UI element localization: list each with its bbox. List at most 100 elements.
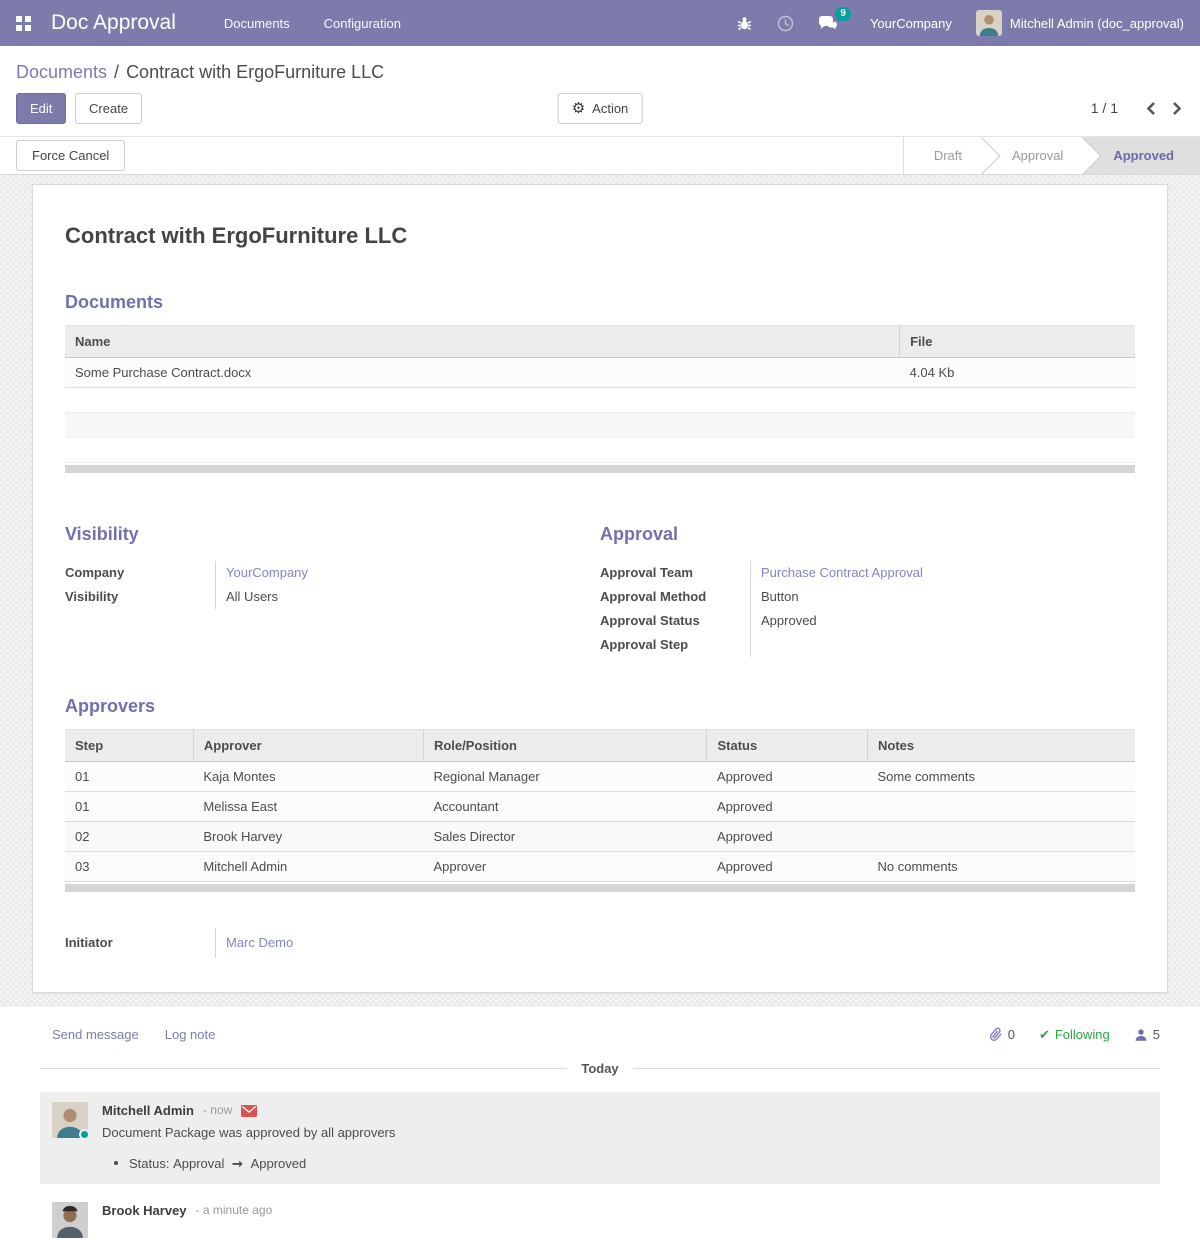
visibility-field-value: All Users: [215, 585, 560, 609]
approval-team-label: Approval Team: [600, 561, 750, 585]
date-divider-label: Today: [567, 1061, 632, 1076]
followers-button[interactable]: 5: [1134, 1027, 1160, 1042]
action-button-label: Action: [592, 100, 628, 117]
documents-section-heading: Documents: [65, 291, 1135, 313]
control-panel-buttons: Edit Create ⚙ Action 1 / 1: [0, 88, 1200, 136]
document-row[interactable]: Some Purchase Contract.docx 4.04 Kb: [65, 358, 1135, 388]
tracking-changes: Status: Approval ➞ Approved: [129, 1154, 1148, 1172]
gear-icon: ⚙: [572, 101, 585, 116]
message-author-avatar[interactable]: [52, 1226, 88, 1241]
company-field-label: Company: [65, 561, 215, 585]
approvers-col-status[interactable]: Status: [707, 730, 868, 762]
company-switcher[interactable]: YourCompany: [870, 16, 952, 31]
pager-previous-chevron-left-icon[interactable]: [1146, 101, 1156, 116]
approver-row[interactable]: 02 Brook Harvey Sales Director Approved: [65, 822, 1135, 852]
form-sheet: Contract with ErgoFurniture LLC Document…: [32, 184, 1168, 993]
horizontal-scrollbar[interactable]: [65, 884, 1135, 892]
log-note-button[interactable]: Log note: [165, 1027, 216, 1042]
initiator-value[interactable]: Marc Demo: [226, 935, 293, 950]
force-cancel-button[interactable]: Force Cancel: [16, 140, 125, 171]
tracking-new-value: Approved: [251, 1156, 307, 1171]
statusbar: Force Cancel Draft Approval Approved: [0, 136, 1200, 175]
send-message-button[interactable]: Send message: [52, 1027, 139, 1042]
message-timestamp: - now: [203, 1102, 232, 1119]
messages-count-badge: 9: [835, 7, 851, 21]
online-presence-dot: [79, 1129, 90, 1140]
breadcrumb-current: Contract with ErgoFurniture LLC: [126, 62, 384, 82]
approval-method-label: Approval Method: [600, 585, 750, 609]
approver-status: Approved: [707, 852, 868, 882]
menu-configuration[interactable]: Configuration: [324, 16, 401, 31]
approval-status-label: Approval Status: [600, 609, 750, 633]
approvers-col-approver[interactable]: Approver: [193, 730, 423, 762]
approver-step: 03: [65, 852, 193, 882]
chatter: Send message Log note 0 ✔ Following 5: [0, 1007, 1200, 1248]
approval-group: Approval Approval Team Purchase Contract…: [600, 523, 1135, 657]
documents-col-file[interactable]: File: [900, 326, 1135, 358]
empty-row: [65, 413, 1135, 438]
horizontal-scrollbar[interactable]: [65, 465, 1135, 473]
message-author[interactable]: Mitchell Admin: [102, 1102, 194, 1119]
pager-next-chevron-right-icon[interactable]: [1172, 101, 1182, 116]
approvers-col-step[interactable]: Step: [65, 730, 193, 762]
approver-name: Brook Harvey: [193, 822, 423, 852]
breadcrumb-parent[interactable]: Documents: [16, 62, 107, 82]
visibility-group: Visibility Company YourCompany Visibilit…: [65, 523, 600, 657]
user-name: Mitchell Admin (doc_approval): [1010, 16, 1184, 31]
apps-grid-icon[interactable]: [16, 16, 31, 31]
approvers-col-role[interactable]: Role/Position: [423, 730, 707, 762]
message-author[interactable]: Brook Harvey: [102, 1202, 187, 1219]
debug-bug-icon[interactable]: [736, 15, 753, 32]
approver-name: Melissa East: [193, 792, 423, 822]
app-title[interactable]: Doc Approval: [51, 11, 176, 35]
approver-row[interactable]: 01 Kaja Montes Regional Manager Approved…: [65, 762, 1135, 792]
approver-role: Sales Director: [423, 822, 707, 852]
following-label: Following: [1055, 1027, 1110, 1042]
status-steps: Draft Approval Approved: [903, 137, 1200, 174]
message-body: Document Package was approved by all app…: [102, 1123, 1148, 1142]
menu-documents[interactable]: Documents: [224, 16, 290, 31]
envelope-icon[interactable]: [241, 1105, 257, 1117]
attachments-button[interactable]: 0: [989, 1027, 1015, 1042]
document-file-size: 4.04 Kb: [900, 358, 1135, 388]
create-button[interactable]: Create: [75, 93, 142, 124]
approver-role: Approver: [423, 852, 707, 882]
form-view-background: Contract with ErgoFurniture LLC Document…: [0, 175, 1200, 1007]
status-step-draft[interactable]: Draft: [904, 137, 982, 174]
approver-row[interactable]: 03 Mitchell Admin Approver Approved No c…: [65, 852, 1135, 882]
date-divider: Today: [40, 1061, 1160, 1076]
company-field-value[interactable]: YourCompany: [226, 565, 308, 580]
user-menu[interactable]: Mitchell Admin (doc_approval): [976, 10, 1184, 36]
approval-team-value[interactable]: Purchase Contract Approval: [761, 565, 923, 580]
check-icon: ✔: [1039, 1028, 1050, 1041]
initiator-label: Initiator: [65, 928, 215, 958]
tracking-arrow-icon: ➞: [232, 1156, 243, 1171]
approver-step: 01: [65, 792, 193, 822]
initiator-field: Initiator Marc Demo: [65, 928, 1135, 958]
approver-status: Approved: [707, 762, 868, 792]
action-button[interactable]: ⚙ Action: [558, 93, 643, 124]
messages-icon[interactable]: 9: [818, 15, 838, 31]
approver-status: Approved: [707, 792, 868, 822]
following-button[interactable]: ✔ Following: [1039, 1027, 1110, 1042]
approval-section-heading: Approval: [600, 523, 1095, 545]
approver-notes: Some comments: [867, 762, 1135, 792]
chatter-message: Mitchell Admin - now Document Package wa…: [40, 1092, 1160, 1184]
attachment-count: 0: [1008, 1027, 1015, 1042]
approval-method-value: Button: [750, 585, 1095, 609]
message-timestamp: - a minute ago: [196, 1202, 273, 1219]
approver-role: Regional Manager: [423, 762, 707, 792]
approver-row[interactable]: 01 Melissa East Accountant Approved: [65, 792, 1135, 822]
paperclip-icon: [986, 1024, 1006, 1044]
activities-clock-icon[interactable]: [777, 15, 794, 32]
tracking-field: Status:: [129, 1156, 169, 1171]
empty-row: [65, 438, 1135, 463]
approver-step: 02: [65, 822, 193, 852]
breadcrumb: Documents/Contract with ErgoFurniture LL…: [0, 46, 1200, 88]
documents-col-name[interactable]: Name: [65, 326, 900, 358]
approvers-col-notes[interactable]: Notes: [867, 730, 1135, 762]
main-menu: Documents Configuration: [224, 16, 401, 31]
user-avatar: [976, 10, 1002, 36]
approver-step: 01: [65, 762, 193, 792]
edit-button[interactable]: Edit: [16, 93, 66, 124]
